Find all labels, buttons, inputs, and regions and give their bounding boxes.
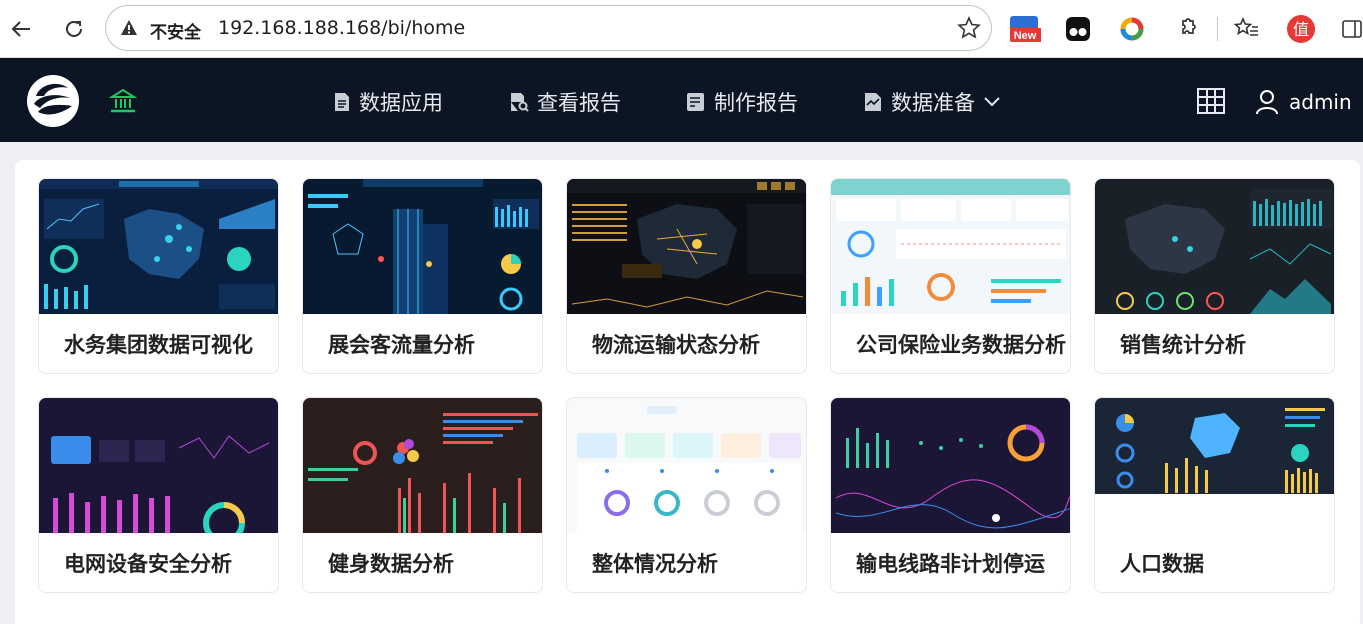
nav-label: 制作报告 xyxy=(714,91,798,115)
card-thumbnail xyxy=(1095,398,1334,533)
color-ring-extension-button[interactable] xyxy=(1115,12,1149,46)
user-menu[interactable]: admin xyxy=(1255,86,1352,118)
brand-logo[interactable] xyxy=(26,74,80,128)
card-thumbnail xyxy=(567,398,806,533)
card-title: 输电线路非计划停运 xyxy=(856,552,1045,576)
home-bank-icon[interactable] xyxy=(109,87,137,115)
card-thumbnail xyxy=(831,179,1070,314)
report-card[interactable]: 销售统计分析 xyxy=(1094,178,1335,374)
nav-label: 数据准备 xyxy=(891,91,975,115)
card-thumbnail xyxy=(831,398,1070,533)
address-bar[interactable]: 不安全 192.168.188.168/bi/home xyxy=(105,5,992,51)
edit-report-icon xyxy=(687,93,704,111)
report-card[interactable]: 整体情况分析 xyxy=(566,397,807,593)
report-card[interactable]: 展会客流量分析 xyxy=(302,178,543,374)
edge-more-button[interactable] xyxy=(1335,12,1363,46)
zhi-badge-icon: 值 xyxy=(1287,15,1315,43)
zhi-badge-text: 值 xyxy=(1293,20,1309,39)
app-header xyxy=(0,58,1363,142)
back-arrow-icon xyxy=(11,21,30,37)
insecure-label[interactable]: 不安全 xyxy=(150,18,201,43)
card-thumbnail xyxy=(567,179,806,314)
tampermonkey-icon xyxy=(1066,17,1090,41)
nav-view-reports[interactable]: 查看报告 xyxy=(509,86,621,118)
card-thumbnail xyxy=(39,398,278,533)
card-title: 健身数据分析 xyxy=(328,552,454,576)
nav-data-apps[interactable]: 数据应用 xyxy=(333,86,443,118)
card-title: 销售统计分析 xyxy=(1120,333,1246,357)
toolbar-divider xyxy=(1217,17,1218,41)
card-title: 整体情况分析 xyxy=(592,552,718,576)
warning-icon xyxy=(121,20,137,35)
favorites-star-list-icon xyxy=(1234,17,1258,36)
report-card[interactable]: 输电线路非计划停运 xyxy=(830,397,1071,593)
color-ring-icon xyxy=(1120,17,1144,41)
card-title: 电网设备安全分析 xyxy=(64,552,232,576)
reload-icon xyxy=(66,20,82,37)
grid-menu-icon[interactable] xyxy=(1197,88,1225,114)
favorites-button[interactable] xyxy=(1230,12,1264,46)
nav-create-report[interactable]: 制作报告 xyxy=(686,86,798,118)
report-card[interactable]: 电网设备安全分析 xyxy=(38,397,279,593)
puzzle-icon xyxy=(1182,18,1196,34)
new-badge-text: New xyxy=(1014,30,1037,42)
user-icon xyxy=(1256,90,1278,115)
document-icon xyxy=(335,93,349,111)
card-title: 人口数据 xyxy=(1120,552,1204,576)
card-title: 展会客流量分析 xyxy=(328,333,475,357)
report-search-icon xyxy=(511,93,529,112)
tampermonkey-button[interactable] xyxy=(1061,12,1095,46)
card-thumbnail xyxy=(303,398,542,533)
card-title: 物流运输状态分析 xyxy=(592,333,760,357)
new-extension-button[interactable]: New xyxy=(1007,12,1041,46)
report-card[interactable]: 物流运输状态分析 xyxy=(566,178,807,374)
nav-label: 查看报告 xyxy=(537,91,621,115)
report-card[interactable]: 水务集团数据可视化 xyxy=(38,178,279,374)
username: admin xyxy=(1289,90,1352,114)
zhi-extension-button[interactable]: 值 xyxy=(1284,12,1318,46)
report-card[interactable]: 健身数据分析 xyxy=(302,397,543,593)
bookmark-star-icon[interactable] xyxy=(957,16,981,40)
extensions-button[interactable] xyxy=(1170,12,1204,46)
browser-toolbar: 不安全 192.168.188.168/bi/home New 值 xyxy=(0,0,1363,58)
card-title: 水务集团数据可视化 xyxy=(64,333,253,357)
chevron-down-icon xyxy=(984,97,1000,107)
nav-data-prep[interactable]: 数据准备 xyxy=(863,86,1009,118)
report-card[interactable]: 人口数据 xyxy=(1094,397,1335,593)
card-thumbnail xyxy=(303,179,542,314)
data-prep-icon xyxy=(865,93,881,111)
nav-label: 数据应用 xyxy=(359,91,443,115)
report-card[interactable]: 公司保险业务数据分析 xyxy=(830,178,1071,374)
new-badge-icon: New xyxy=(1010,16,1041,42)
url-text[interactable]: 192.168.188.168/bi/home xyxy=(218,17,465,39)
card-thumbnail xyxy=(39,179,278,314)
card-title: 公司保险业务数据分析 xyxy=(856,333,1066,357)
edge-sidebar-icon xyxy=(1342,20,1362,38)
card-thumbnail xyxy=(1095,179,1334,314)
back-button[interactable] xyxy=(4,12,38,46)
reload-button[interactable] xyxy=(57,12,91,46)
